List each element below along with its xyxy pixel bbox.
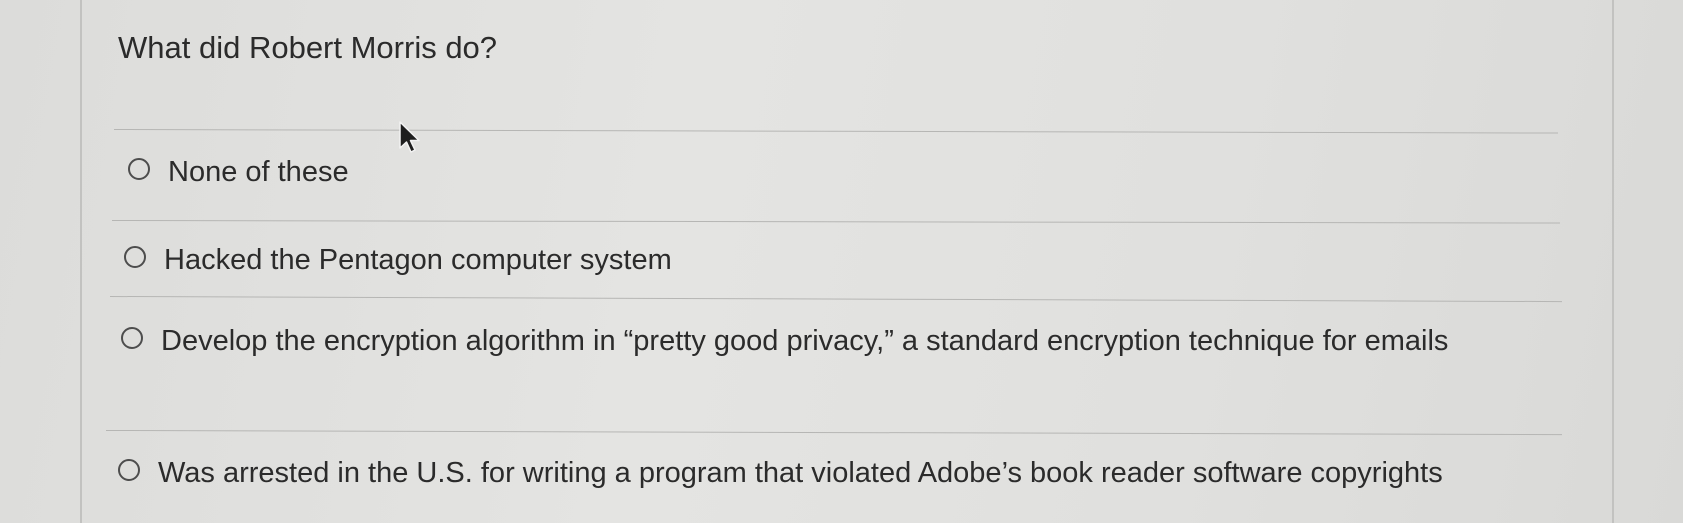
divider (105, 430, 1562, 436)
screen: What did Robert Morris do? None of these… (0, 0, 1683, 523)
option-encryption-algorithm[interactable]: Develop the encryption algorithm in “pre… (121, 322, 1501, 360)
option-hacked-pentagon[interactable]: Hacked the Pentagon computer system (124, 241, 672, 279)
radio-button[interactable] (128, 158, 150, 180)
option-label: None of these (168, 156, 349, 188)
mouse-pointer-icon (399, 121, 420, 153)
divider (113, 129, 1558, 134)
option-label: Develop the encryption algorithm in “pre… (161, 325, 1449, 357)
option-none-of-these[interactable]: None of these (128, 153, 349, 191)
question-title: What did Robert Morris do? (118, 30, 498, 65)
radio-button[interactable] (118, 459, 140, 481)
option-label: Hacked the Pentagon computer system (164, 244, 672, 276)
option-arrested-adobe[interactable]: Was arrested in the U.S. for writing a p… (118, 454, 1443, 492)
divider (111, 220, 1560, 224)
radio-button[interactable] (124, 246, 146, 268)
question-panel: What did Robert Morris do? None of these… (0, 0, 1683, 523)
option-label: Was arrested in the U.S. for writing a p… (158, 457, 1443, 489)
radio-button[interactable] (121, 327, 143, 349)
divider (109, 296, 1562, 303)
